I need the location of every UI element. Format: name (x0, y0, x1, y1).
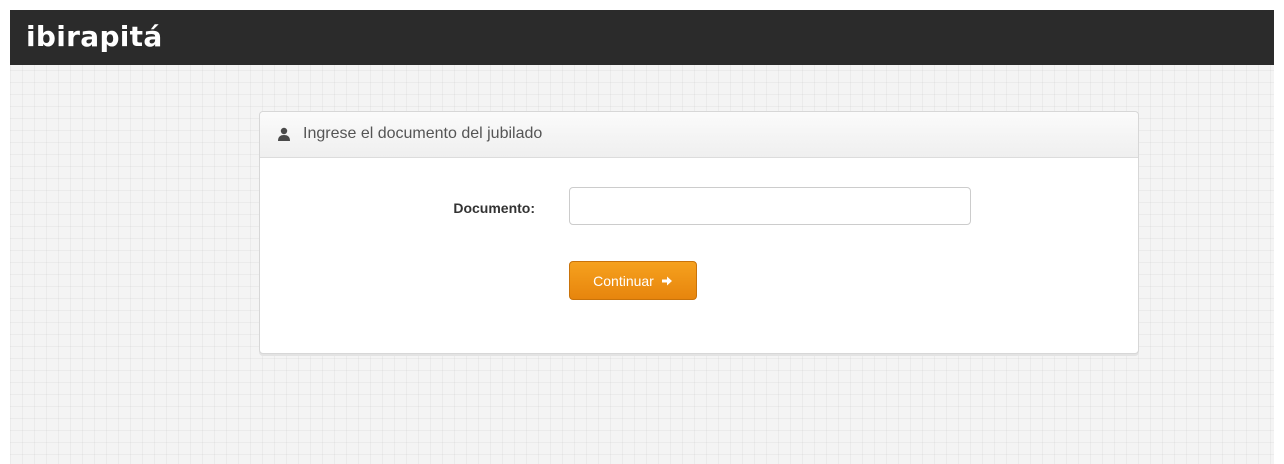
continue-button[interactable]: Continuar (569, 261, 697, 300)
document-input[interactable] (569, 187, 971, 225)
document-panel: Ingrese el documento del jubilado Docume… (259, 111, 1139, 354)
app-window: ibirapitá Ingrese el documento del jubil… (10, 10, 1274, 464)
panel-title: Ingrese el documento del jubilado (303, 125, 543, 142)
brand-logo[interactable]: ibirapitá (26, 19, 163, 55)
arrow-right-icon (661, 276, 672, 285)
top-bar: ibirapitá (10, 10, 1274, 65)
panel-header: Ingrese el documento del jubilado (260, 112, 1138, 158)
document-label: Documento: (453, 200, 535, 216)
user-icon (278, 127, 290, 141)
continue-label: Continuar (593, 272, 654, 289)
